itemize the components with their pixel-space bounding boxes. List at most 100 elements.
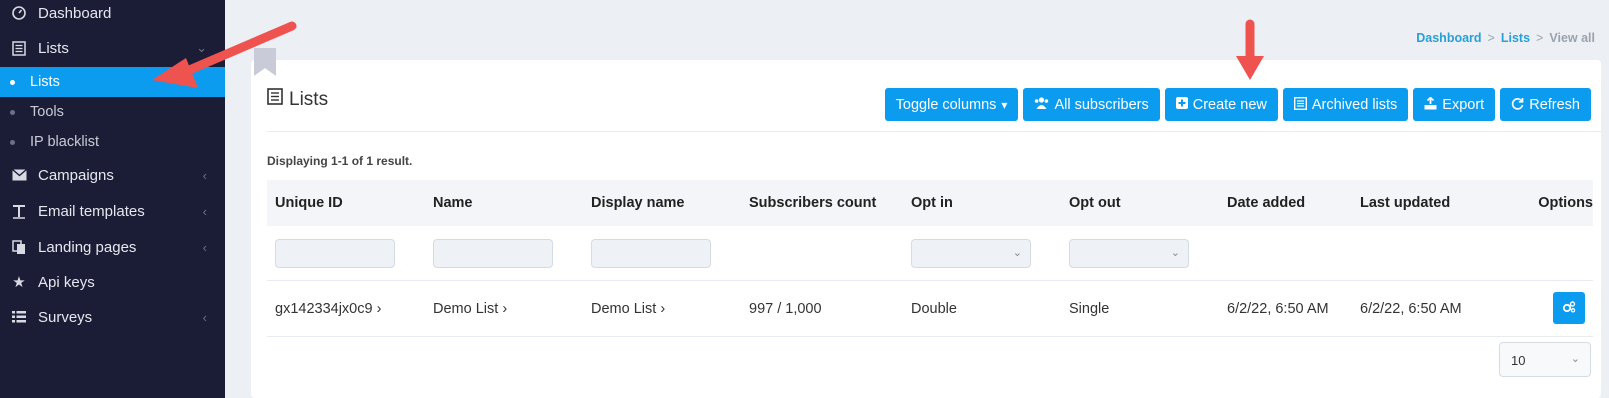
unique-id-filter-input[interactable] — [275, 239, 395, 268]
column-options: Options — [1538, 195, 1593, 211]
sidebar-item-label: Api keys — [38, 273, 95, 291]
column-opt-in[interactable]: Opt in — [911, 195, 953, 211]
chevron-right-icon: › — [502, 301, 508, 317]
sidebar: Dashboard Lists ⌄ Lists Tools IP blackli… — [0, 0, 225, 398]
breadcrumb-separator: > — [1487, 31, 1495, 45]
divider — [267, 131, 1601, 132]
sidebar-item-label: Dashboard — [38, 4, 112, 22]
create-new-button[interactable]: Create new — [1164, 88, 1278, 121]
export-icon — [1424, 95, 1437, 113]
subscribers-count-cell: 997 / 1,000 — [749, 301, 822, 317]
sidebar-item-lists[interactable]: Lists ⌄ — [0, 31, 225, 65]
sidebar-item-label: Email templates — [38, 202, 145, 220]
column-unique-id[interactable]: Unique ID — [275, 195, 343, 211]
sidebar-subitem-lists[interactable]: Lists — [0, 67, 225, 97]
filter-row: ⌄ ⌄ — [267, 226, 1593, 281]
copy-icon — [10, 238, 28, 256]
name-filter-input[interactable] — [433, 239, 553, 268]
bullet-icon — [10, 139, 15, 145]
sidebar-item-surveys[interactable]: Surveys ‹ — [0, 300, 225, 334]
column-opt-out[interactable]: Opt out — [1069, 195, 1121, 211]
chevron-left-icon: ‹ — [202, 167, 207, 183]
display-name-link[interactable]: Demo List › — [591, 301, 665, 317]
chevron-left-icon: ‹ — [202, 203, 207, 219]
sidebar-item-label: Surveys — [38, 308, 93, 326]
create-new-label: Create new — [1192, 96, 1267, 113]
archive-icon — [1293, 96, 1307, 113]
refresh-label: Refresh — [1529, 96, 1580, 113]
envelope-icon — [10, 166, 28, 184]
unique-id-text: gx142334jx0c9 — [275, 301, 373, 317]
all-subscribers-button[interactable]: All subscribers — [1023, 88, 1160, 121]
archived-lists-button[interactable]: Archived lists — [1282, 88, 1409, 121]
bullet-icon — [10, 79, 15, 85]
last-updated-cell: 6/2/22, 6:50 AM — [1360, 301, 1462, 317]
refresh-button[interactable]: Refresh — [1500, 88, 1591, 121]
sidebar-item-landing-pages[interactable]: Landing pages ‹ — [0, 230, 225, 264]
opt-in-cell: Double — [911, 301, 957, 317]
page-title: Lists — [267, 88, 328, 111]
chevron-left-icon: ‹ — [202, 309, 207, 325]
name-link[interactable]: Demo List › — [433, 301, 507, 317]
options-button[interactable] — [1553, 292, 1585, 324]
opt-in-filter-select[interactable]: ⌄ — [911, 239, 1031, 268]
toggle-columns-label: Toggle columns — [895, 96, 997, 113]
list-icon — [10, 39, 28, 57]
column-last-updated[interactable]: Last updated — [1360, 195, 1450, 211]
chevron-right-icon: › — [376, 301, 382, 317]
sidebar-item-label: Lists — [38, 39, 69, 57]
chevron-down-icon: ⌄ — [1170, 247, 1180, 259]
breadcrumb: Dashboard > Lists > View all — [1416, 31, 1595, 45]
toolbar: Toggle columns ▾ All subscribers Create … — [884, 88, 1591, 121]
breadcrumb-current: View all — [1549, 31, 1595, 45]
sidebar-item-email-templates[interactable]: Email templates ‹ — [0, 194, 225, 228]
page-size-value: 10 — [1511, 353, 1526, 368]
opt-out-filter-select[interactable]: ⌄ — [1069, 239, 1189, 268]
table-row: gx142334jx0c9 › Demo List › Demo List › … — [267, 281, 1593, 337]
opt-out-cell: Single — [1069, 301, 1110, 317]
list-ul-icon — [10, 308, 28, 326]
unique-id-link[interactable]: gx142334jx0c9 › — [275, 301, 381, 317]
export-button[interactable]: Export — [1413, 88, 1496, 121]
table-header: Unique ID Name Display name Subscribers … — [267, 180, 1593, 226]
chevron-down-icon: ⌄ — [196, 40, 207, 55]
column-display-name[interactable]: Display name — [591, 195, 685, 211]
breadcrumb-separator: > — [1536, 31, 1544, 45]
sidebar-item-api-keys[interactable]: ★ Api keys — [0, 265, 225, 299]
sidebar-item-campaigns[interactable]: Campaigns ‹ — [0, 158, 225, 192]
archived-lists-label: Archived lists — [1311, 96, 1398, 113]
chevron-right-icon: › — [660, 301, 666, 317]
name-text: Demo List — [433, 301, 499, 317]
chevron-down-icon: ⌄ — [1012, 247, 1022, 259]
toggle-columns-button[interactable]: Toggle columns ▾ — [884, 88, 1019, 121]
dashboard-icon — [10, 4, 28, 22]
results-summary: Displaying 1-1 of 1 result. — [267, 154, 413, 168]
column-name[interactable]: Name — [433, 195, 473, 211]
sidebar-item-dashboard[interactable]: Dashboard — [0, 0, 225, 30]
sidebar-subitem-label: Lists — [30, 74, 60, 90]
sidebar-subitem-tools[interactable]: Tools — [0, 97, 225, 127]
sidebar-item-label: Landing pages — [38, 238, 137, 256]
breadcrumb-lists[interactable]: Lists — [1501, 31, 1530, 45]
display-name-filter-input[interactable] — [591, 239, 711, 268]
column-date-added[interactable]: Date added — [1227, 195, 1305, 211]
breadcrumb-dashboard[interactable]: Dashboard — [1416, 31, 1481, 45]
date-added-cell: 6/2/22, 6:50 AM — [1227, 301, 1329, 317]
chevron-down-icon: ⌄ — [1570, 353, 1580, 365]
sidebar-subitem-ip-blacklist[interactable]: IP blacklist — [0, 127, 225, 157]
plus-square-icon — [1175, 97, 1188, 112]
sidebar-subitem-label: IP blacklist — [30, 134, 100, 150]
page-title-text: Lists — [289, 88, 329, 110]
cogs-icon — [1562, 300, 1576, 316]
sidebar-subitem-label: Tools — [30, 104, 64, 120]
all-subscribers-label: All subscribers — [1054, 96, 1149, 113]
sidebar-item-label: Campaigns — [38, 166, 114, 184]
bullet-icon — [10, 109, 15, 115]
list-icon — [267, 88, 283, 111]
display-name-text: Demo List — [591, 301, 657, 317]
column-subscribers-count[interactable]: Subscribers count — [749, 195, 876, 211]
caret-down-icon: ▾ — [1001, 97, 1008, 112]
page-size-select[interactable]: 10 ⌄ — [1499, 342, 1591, 377]
star-icon: ★ — [12, 274, 26, 291]
chevron-left-icon: ‹ — [202, 239, 207, 255]
